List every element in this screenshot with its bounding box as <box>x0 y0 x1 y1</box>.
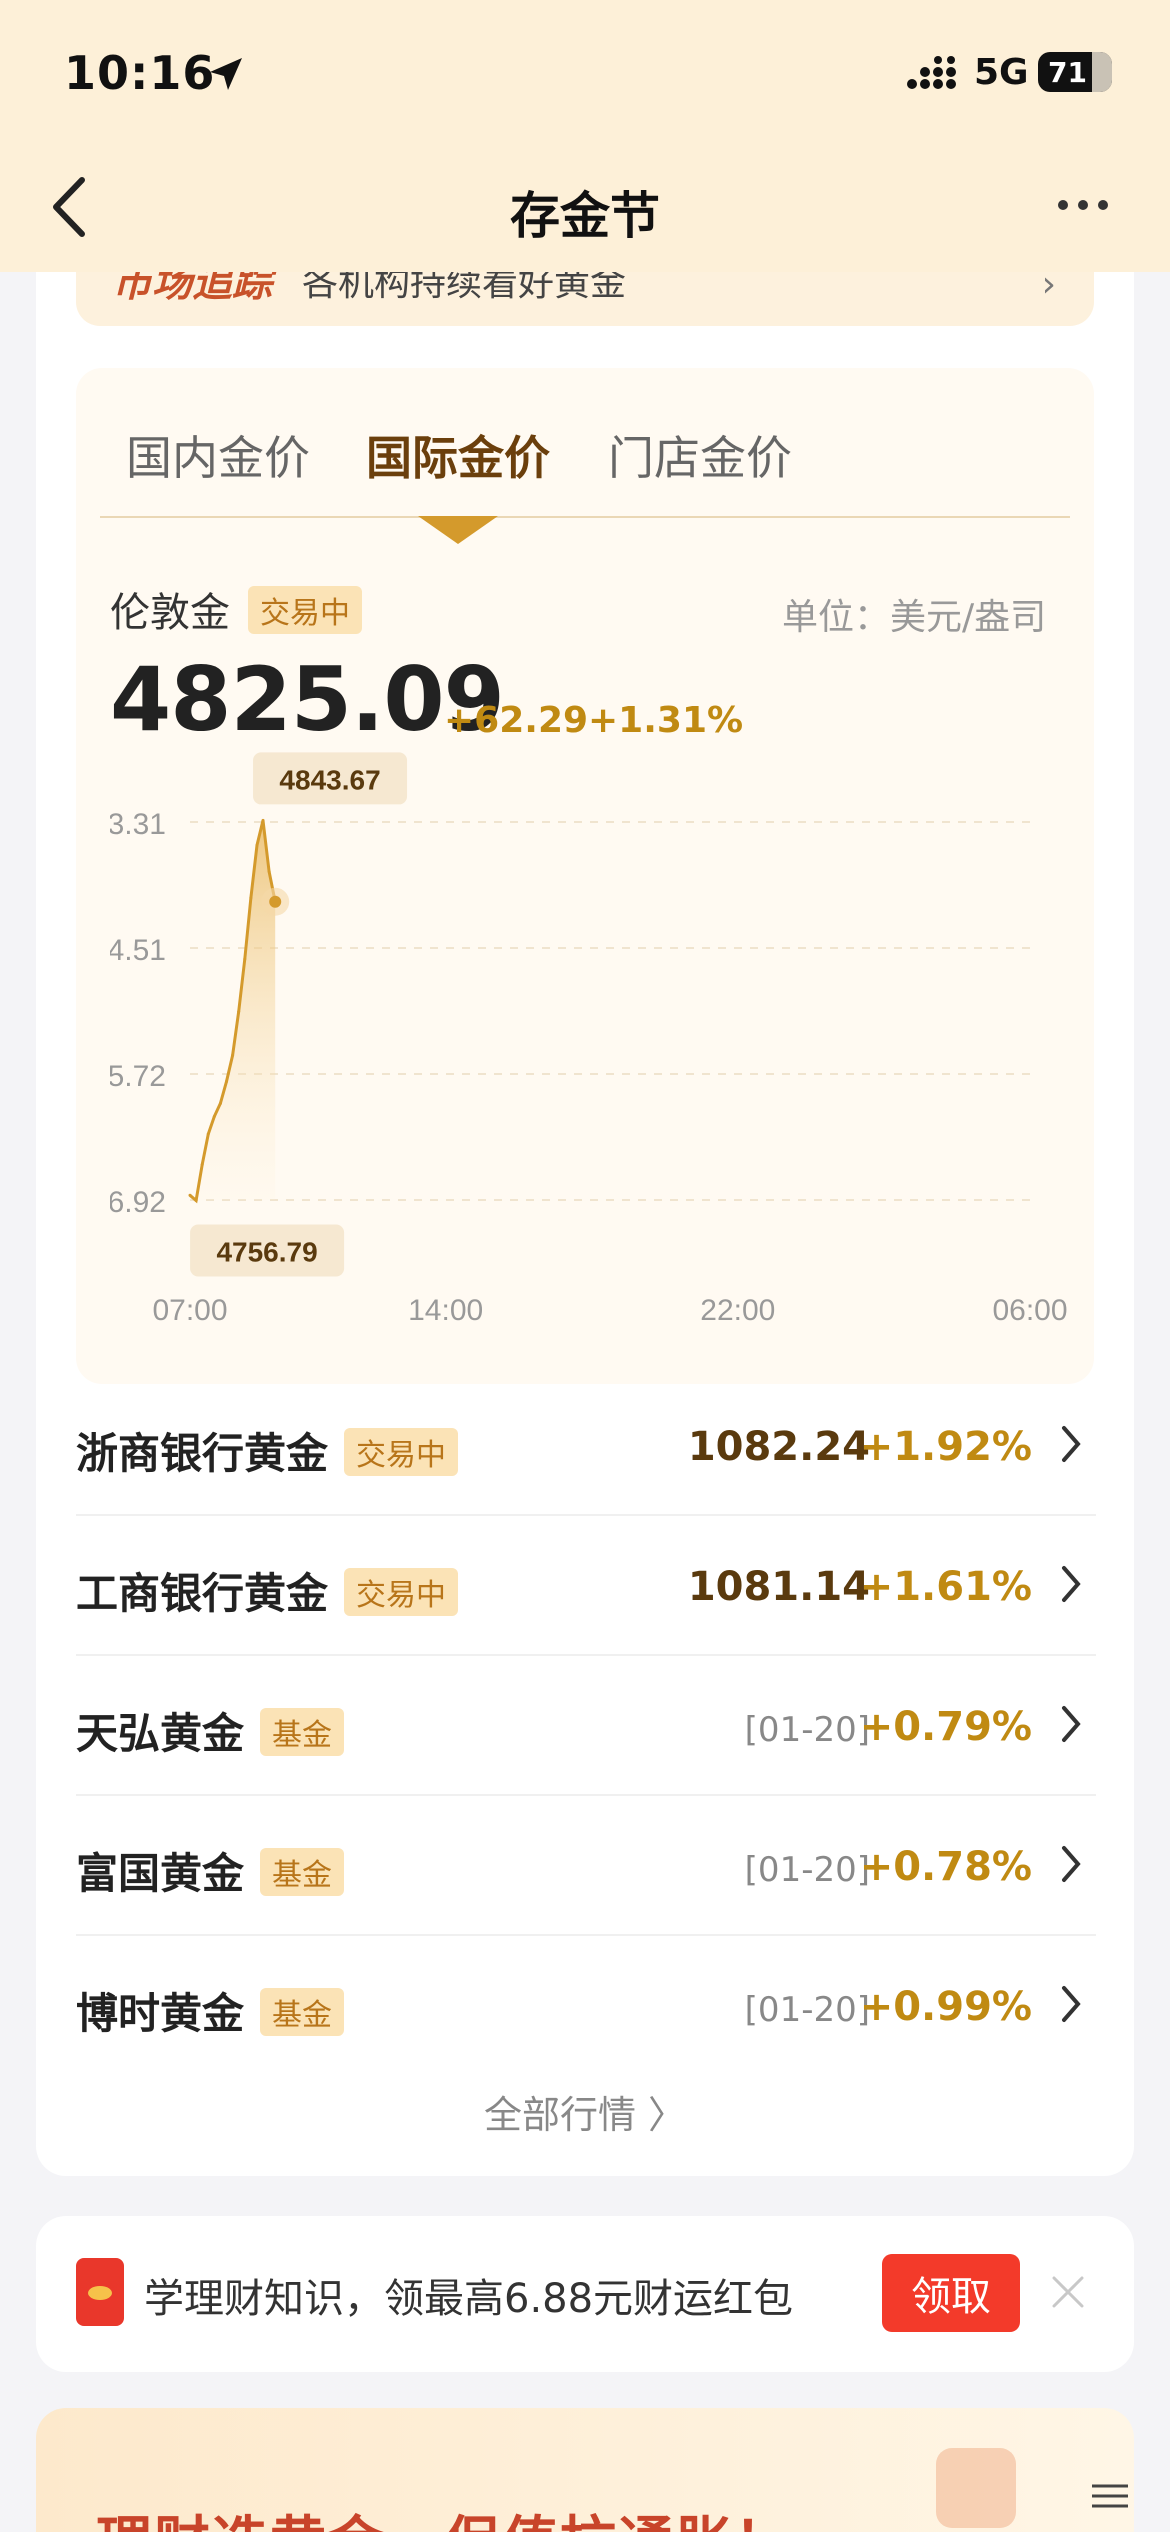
price-point <box>243 957 247 961</box>
item-name: 博时黄金 <box>76 1989 245 2038</box>
fund-badge: 基金 <box>260 1708 344 1756</box>
list-item-fuguo-gold[interactable]: 富国黄金 基金 [01-20] +0.78% <box>76 1796 1096 1936</box>
chevron-right-icon <box>1062 1426 1081 1462</box>
price-point <box>231 1053 235 1057</box>
price-point <box>255 843 259 847</box>
symbol-name: 伦敦金 <box>110 590 230 636</box>
network-type: 5G <box>974 52 1029 93</box>
price-point <box>212 1115 216 1119</box>
claim-button[interactable]: 领取 <box>882 2254 1020 2332</box>
view-all-quotes-link[interactable]: 全部行情 〉 <box>0 2084 1170 2139</box>
item-date: [01-20] <box>744 1990 870 2030</box>
y-tick-label: 4814.51 <box>110 934 166 967</box>
cellular-signal-icon <box>907 56 956 89</box>
chevron-right-icon <box>1062 1846 1081 1882</box>
item-price: 1082.24 <box>687 1424 870 1470</box>
battery-icon: 71 <box>1038 52 1112 92</box>
item-change-percent: +0.78% <box>859 1844 1032 1890</box>
item-name: 浙商银行黄金 <box>76 1429 329 1478</box>
trading-status-badge: 交易中 <box>344 1568 458 1616</box>
x-tick-label: 07:00 <box>152 1294 227 1327</box>
tab-store-gold[interactable]: 门店金价 <box>608 422 792 488</box>
item-date: [01-20] <box>744 1850 870 1890</box>
page-title: 存金节 <box>510 187 660 245</box>
price-point <box>206 1132 210 1136</box>
fund-badge: 基金 <box>260 1848 344 1896</box>
price-area <box>190 820 276 1201</box>
item-name: 工商银行黄金 <box>76 1569 329 1618</box>
chevron-right-icon <box>1062 1566 1081 1602</box>
gold-promo-text: 理财选黄金，保值抗通胀！ <box>96 2498 792 2532</box>
price-point <box>249 896 253 900</box>
y-tick-label: 4843.31 <box>110 808 166 841</box>
chevron-right-icon <box>1062 1706 1081 1742</box>
x-tick-label: 14:00 <box>408 1294 483 1327</box>
price-change-percent: +1.31% <box>588 700 744 741</box>
menu-lines-icon[interactable] <box>1090 2484 1130 2508</box>
item-name: 富国黄金 <box>76 1849 245 1898</box>
promo-text: 学理财知识，领最高6.88元财运红包 <box>144 2276 794 2322</box>
item-change-percent: +1.61% <box>859 1564 1032 1610</box>
x-tick-label: 06:00 <box>992 1294 1067 1327</box>
gold-promo-banner[interactable]: 理财选黄金，保值抗通胀！ <box>36 2408 1134 2532</box>
item-change-percent: +0.79% <box>859 1704 1032 1750</box>
list-item-bosera-gold[interactable]: 博时黄金 基金 [01-20] +0.99% <box>76 1936 1096 2076</box>
price-point <box>225 1080 229 1084</box>
low-label: 4756.79 <box>216 1237 317 1268</box>
unit-label: 单位：美元/盎司 <box>782 597 1047 638</box>
price-point <box>218 1101 222 1105</box>
item-name: 天弘黄金 <box>76 1709 245 1758</box>
item-date: [01-20] <box>744 1710 870 1750</box>
price-point <box>267 869 271 873</box>
gift-box-icon <box>936 2448 1016 2528</box>
location-arrow-icon <box>210 58 242 90</box>
list-item-zheshang-gold[interactable]: 浙商银行黄金 交易中 1082.24 +1.92% <box>76 1376 1096 1516</box>
list-item-icbc-gold[interactable]: 工商银行黄金 交易中 1081.14 +1.61% <box>76 1516 1096 1656</box>
item-change-percent: +1.92% <box>859 1424 1032 1470</box>
more-options-icon[interactable] <box>1058 200 1108 214</box>
high-label: 4843.67 <box>279 764 380 795</box>
status-bar: 10:16 5G 71 <box>0 0 1170 150</box>
price-point <box>237 1010 241 1014</box>
price-point <box>194 1199 198 1203</box>
price-point <box>261 818 265 822</box>
status-time: 10:16 <box>64 46 216 100</box>
price-change: +62.29 <box>444 700 589 741</box>
trading-status-badge: 交易中 <box>344 1428 458 1476</box>
chevron-right-icon <box>1062 1986 1081 2022</box>
header-background: 10:16 5G 71 存金节 <box>0 0 1170 272</box>
tab-domestic-gold[interactable]: 国内金价 <box>126 422 310 488</box>
fund-badge: 基金 <box>260 1988 344 2036</box>
price-point <box>188 1193 192 1197</box>
tab-international-gold[interactable]: 国际金价 <box>366 422 550 488</box>
y-tick-label: 4756.92 <box>110 1186 166 1219</box>
intraday-price-chart[interactable]: 4843.31 4814.51 4785.72 4756.92 07:00 14:00 2… <box>110 750 1070 1350</box>
item-change-percent: +0.99% <box>859 1984 1032 2030</box>
tab-divider <box>100 516 1070 518</box>
list-item-tianhong-gold[interactable]: 天弘黄金 基金 [01-20] +0.79% <box>76 1656 1096 1796</box>
battery-level: 71 <box>1048 55 1087 89</box>
close-icon[interactable] <box>1048 2272 1088 2312</box>
item-price: 1081.14 <box>687 1564 870 1610</box>
current-point <box>269 895 282 908</box>
active-tab-indicator <box>418 516 498 544</box>
y-tick-label: 4785.72 <box>110 1060 166 1093</box>
price-point <box>200 1163 204 1167</box>
red-envelope-icon <box>76 2258 124 2326</box>
x-tick-label: 22:00 <box>700 1294 775 1327</box>
trading-status-badge: 交易中 <box>248 586 362 634</box>
